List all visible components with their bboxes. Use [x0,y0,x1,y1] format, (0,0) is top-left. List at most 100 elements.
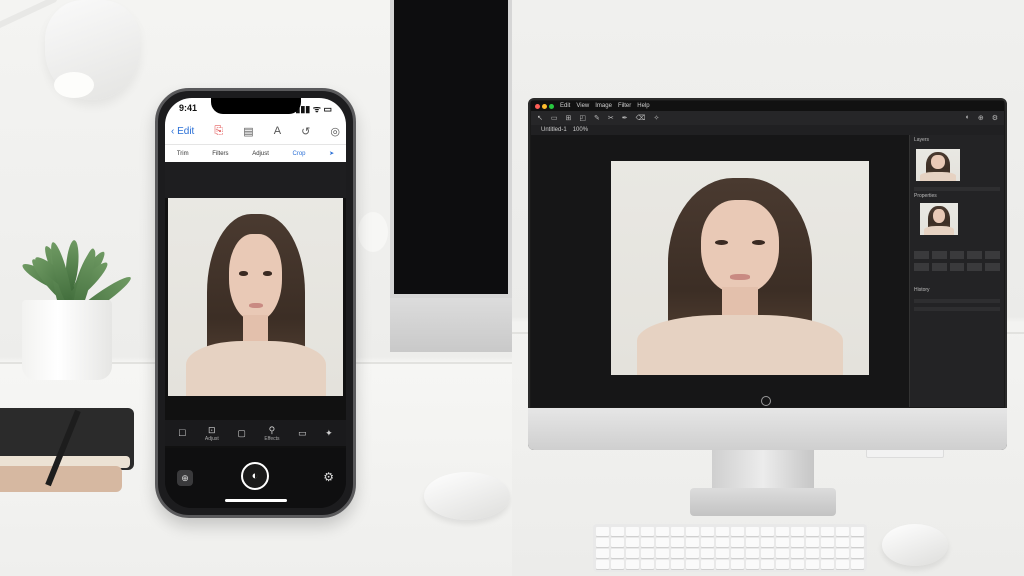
keyboard-key [746,560,759,569]
keyboard-key [656,527,669,536]
keyboard-key [641,549,654,558]
document-icon[interactable]: ▤ [243,125,253,138]
window-controls[interactable] [535,103,554,109]
keyboard-key [626,560,639,569]
gear-icon[interactable]: ⚙ [992,114,998,122]
keyboard-key [731,527,744,536]
tool-square[interactable]: ☐ [178,428,186,439]
minimize-icon [542,103,547,109]
zoom-icon[interactable]: ⊕ [978,114,984,122]
tool-magic[interactable]: ✦ [325,428,333,439]
phone-portrait-photo [168,198,343,396]
smartphone: 9:41 ▮▮▮ ᯤ ▭ ‹ Edit ⎘ ▤ A ↺ ◎ Trim Filte… [155,88,356,518]
toolbar-right-tools: ◐ ⊕ ⚙ [966,114,998,122]
keyboard-key [761,549,774,558]
document-tab[interactable]: Untitled-1 [541,127,567,133]
menu-filter[interactable]: Filter [618,103,631,109]
shutter-button[interactable]: ◐ [241,462,269,490]
history-row[interactable] [914,299,1000,303]
menu-edit[interactable]: Edit [560,103,570,109]
contrast-icon[interactable]: ◐ [966,114,970,122]
tab-crop[interactable]: Crop [293,151,306,157]
menu-view[interactable]: View [576,103,589,109]
move-tool-icon[interactable]: ↖ [537,114,543,122]
pen-tool-icon[interactable]: ✒ [622,114,628,122]
phone-toolbar: ‹ Edit ⎘ ▤ A ↺ ◎ [165,118,346,144]
right-panel: Layers Properties History [909,135,1004,407]
brush-tool-icon[interactable]: ✎ [594,114,600,122]
left-mouse [424,472,510,520]
keyboard-key [821,549,834,558]
plant-pot [22,300,112,380]
close-icon [535,103,540,109]
keyboard-key [851,560,864,569]
back-button[interactable]: ‹ Edit [171,126,194,137]
tool-frame[interactable]: ▢ [237,428,246,439]
keyboard-key [641,538,654,547]
tool-layers[interactable]: ▭ [298,428,307,439]
arrow-icon[interactable]: ➤ [329,150,334,157]
red-pdf-icon[interactable]: ⎘ [214,125,223,138]
document-tabs: Untitled-1 100% [531,125,1004,135]
keyboard-key [821,527,834,536]
maximize-icon [549,103,554,109]
keyboard-key [821,560,834,569]
eraser-tool-icon[interactable]: ⌫ [636,114,646,122]
keyboard-key [641,560,654,569]
panel-label-history: History [914,287,930,293]
undo-icon[interactable]: ↺ [301,125,310,138]
layer-row[interactable] [914,251,1000,259]
keyboard-key [686,527,699,536]
tab-trim[interactable]: Trim [177,151,189,157]
keyboard-key [761,560,774,569]
more-icon[interactable]: ◎ [330,125,340,138]
canvas-area[interactable] [531,135,909,407]
effects-tool-icon[interactable]: ✧ [654,114,660,122]
tool-effects[interactable]: ⚲ Effects [264,425,279,442]
keyboard-key [746,527,759,536]
keyboard-key [611,560,624,569]
grid-tool-icon[interactable]: ⊞ [566,114,572,122]
photo-editor-app: Edit View Image Filter Help ↖ ▭ ⊞ ◰ ✎ ✂ … [531,101,1004,407]
keyboard-key [611,538,624,547]
keyboard-key [686,538,699,547]
keyboard-key [716,538,729,547]
imac-stand-foot [690,488,836,516]
keyboard-key [596,538,609,547]
font-icon[interactable]: A [274,125,281,137]
keyboard-key [716,560,729,569]
tab-adjust[interactable]: Adjust [252,151,269,157]
keyboard-key [731,560,744,569]
keyboard [593,524,867,572]
thumbnail-1[interactable] [916,149,960,181]
keyboard-key [731,538,744,547]
keyboard-key [836,527,849,536]
keyboard-key [776,527,789,536]
keyboard-key [671,538,684,547]
keyboard-key [656,549,669,558]
history-row[interactable] [914,307,1000,311]
crop-tool-icon[interactable]: ◰ [579,114,586,122]
keyboard-key [761,527,774,536]
keyboard-key [746,549,759,558]
settings-icon[interactable]: ⚙ [323,470,334,484]
gallery-button[interactable]: ⊕ [177,470,193,486]
keyboard-key [641,527,654,536]
keyboard-key [671,527,684,536]
desktop-portrait-photo [611,161,869,375]
marquee-tool-icon[interactable]: ▭ [551,114,558,122]
cut-tool-icon[interactable]: ✂ [608,114,614,122]
keyboard-key [836,549,849,558]
panel-label-properties: Properties [914,193,937,199]
thumbnail-2[interactable] [920,203,958,235]
menu-image[interactable]: Image [595,103,612,109]
dark-monitor [390,0,512,298]
menu-help[interactable]: Help [637,103,649,109]
keyboard-key [806,527,819,536]
tab-filters[interactable]: Filters [212,151,228,157]
zoom-label: 100% [572,127,589,133]
tool-adjust[interactable]: ⊡ Adjust [205,425,219,442]
tan-notebook [0,466,122,492]
layer-row[interactable] [914,263,1000,271]
keyboard-key [806,560,819,569]
